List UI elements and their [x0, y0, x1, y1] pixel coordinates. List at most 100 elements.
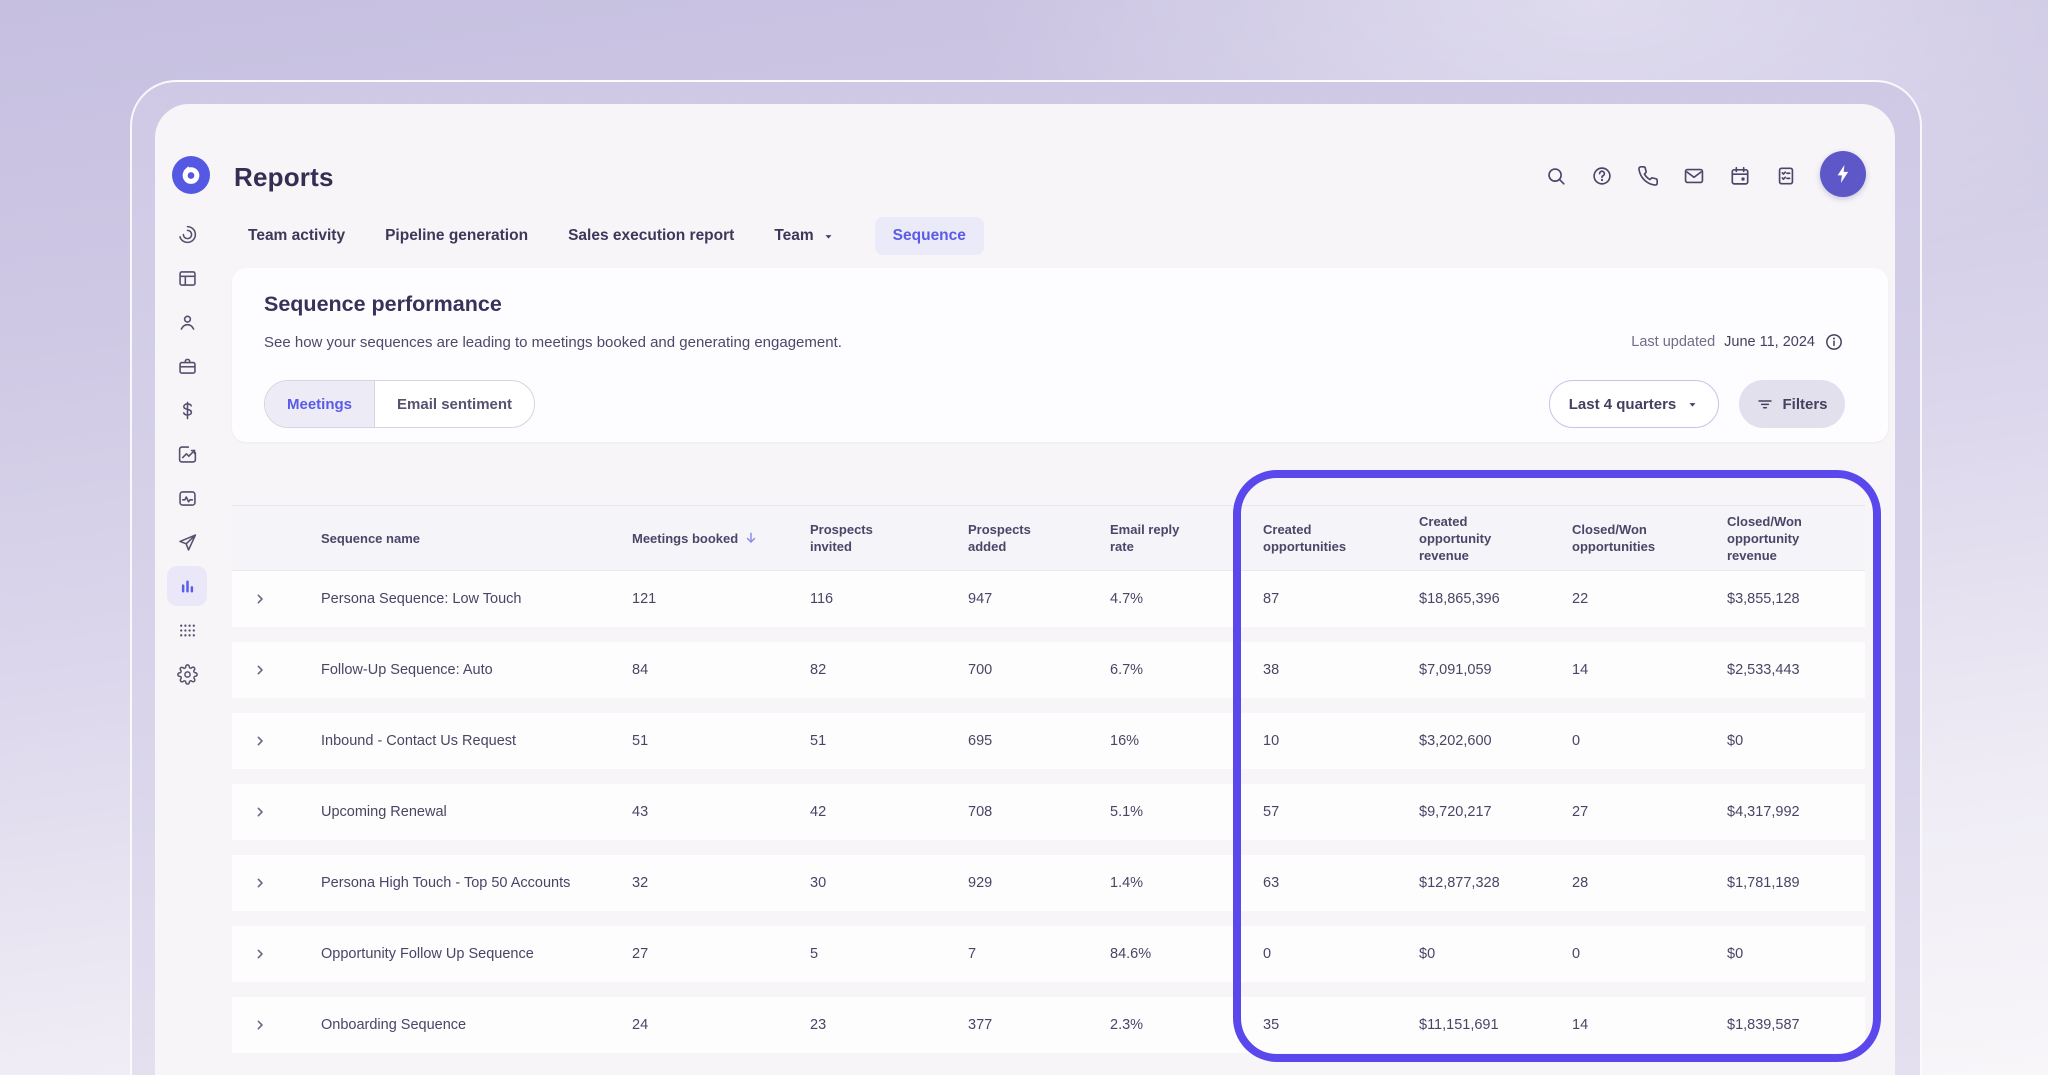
- help-icon[interactable]: [1591, 165, 1613, 187]
- sidebar-item-dashboard[interactable]: [167, 258, 207, 298]
- date-range-dropdown[interactable]: Last 4 quarters: [1549, 380, 1719, 428]
- tab-sales-execution-report[interactable]: Sales execution report: [568, 227, 734, 245]
- toggle-option-email-sentiment[interactable]: Email sentiment: [375, 381, 534, 427]
- prospects-added-value: 377: [968, 1017, 993, 1033]
- tab-pipeline-generation[interactable]: Pipeline generation: [385, 227, 528, 245]
- created-opportunity-revenue-value: $3,202,600: [1419, 733, 1492, 749]
- meetings-booked-value: 32: [632, 875, 649, 891]
- row-expand-chevron-icon[interactable]: [252, 733, 268, 749]
- sidebar-item-contacts[interactable]: [167, 302, 207, 342]
- lightning-icon: [1837, 165, 1849, 183]
- app-logo[interactable]: [172, 156, 210, 194]
- closed-won-opportunities-value: 27: [1572, 804, 1589, 820]
- created-opportunities-value: 35: [1263, 1017, 1280, 1033]
- prospects-invited-value: 5: [810, 946, 819, 962]
- prospects-added-value: 700: [968, 662, 993, 678]
- apps-grid-icon: [179, 624, 195, 636]
- tab-team-dropdown[interactable]: Team: [774, 227, 834, 245]
- toggle-option-meetings[interactable]: Meetings: [265, 381, 376, 427]
- meetings-booked-value: 43: [632, 804, 649, 820]
- sidebar-item-deals[interactable]: [167, 390, 207, 430]
- closed-won-opportunities-value: 0: [1572, 733, 1581, 749]
- table-header-row: Sequence name Meetings booked Prospects …: [232, 505, 1865, 571]
- column-header-email-reply-rate[interactable]: Email reply rate: [1110, 506, 1263, 570]
- table-row[interactable]: Onboarding Sequence 24 23 377 2.3% 35 $1…: [232, 997, 1865, 1053]
- filters-label: Filters: [1782, 395, 1828, 413]
- created-opportunities-value: 57: [1263, 804, 1280, 820]
- column-header-created-opportunities[interactable]: Created opportunities: [1263, 506, 1419, 570]
- row-expand-chevron-icon[interactable]: [252, 804, 268, 820]
- sequence-name[interactable]: Persona Sequence: Low Touch: [321, 571, 632, 627]
- sequence-name[interactable]: Persona High Touch - Top 50 Accounts: [321, 855, 632, 911]
- row-expand-chevron-icon[interactable]: [252, 875, 268, 891]
- layout-icon: [178, 270, 196, 286]
- search-icon[interactable]: [1545, 165, 1567, 187]
- sidebar-item-companies[interactable]: [167, 346, 207, 386]
- closed-won-opportunities-value: 28: [1572, 875, 1589, 891]
- tab-label: Team: [774, 227, 814, 244]
- created-opportunity-revenue-value: $7,091,059: [1419, 662, 1492, 678]
- table-row[interactable]: Upcoming Renewal 43 42 708 5.1% 57 $9,72…: [232, 784, 1865, 840]
- column-header-closed-won-opportunity-revenue[interactable]: Closed/Won opportunity revenue: [1727, 506, 1865, 570]
- toggle-label: Meetings: [287, 395, 353, 413]
- closed-won-opportunity-revenue-value: $0: [1727, 733, 1744, 749]
- sidebar-item-enrichment[interactable]: [167, 478, 207, 518]
- table-row[interactable]: Persona High Touch - Top 50 Accounts 32 …: [232, 855, 1865, 911]
- info-icon[interactable]: [1824, 332, 1844, 352]
- sidebar-item-apps[interactable]: [167, 610, 207, 650]
- report-tabs: Team activity Pipeline generation Sales …: [248, 214, 984, 258]
- tab-label: Sales execution report: [568, 227, 735, 244]
- header-spacer: [232, 506, 321, 570]
- row-expand-chevron-icon[interactable]: [252, 946, 268, 962]
- panel-subtitle: See how your sequences are leading to me…: [264, 334, 842, 351]
- column-header-closed-won-opportunities[interactable]: Closed/Won opportunities: [1572, 506, 1727, 570]
- logo-mark-icon: [182, 166, 200, 184]
- column-header-prospects-invited[interactable]: Prospects invited: [810, 506, 968, 570]
- tab-sequence[interactable]: Sequence: [874, 217, 984, 255]
- tab-team-activity[interactable]: Team activity: [248, 227, 345, 245]
- caret-down-icon: [1689, 402, 1696, 407]
- table-row[interactable]: Follow-Up Sequence: Auto 84 82 700 6.7% …: [232, 642, 1865, 698]
- sequence-name[interactable]: Follow-Up Sequence: Auto: [321, 642, 632, 698]
- tasks-icon[interactable]: [1775, 165, 1797, 187]
- sequence-table: Sequence name Meetings booked Prospects …: [232, 505, 1865, 1068]
- table-row[interactable]: Persona Sequence: Low Touch 121 116 947 …: [232, 571, 1865, 627]
- desktop-background: Reports Team activity Pipeline generatio…: [0, 0, 2048, 1075]
- column-label: Closed/Won opportunities: [1572, 522, 1656, 554]
- table-row[interactable]: Inbound - Contact Us Request 51 51 695 1…: [232, 713, 1865, 769]
- column-header-sequence-name[interactable]: Sequence name: [321, 506, 632, 570]
- sequence-name[interactable]: Inbound - Contact Us Request: [321, 713, 632, 769]
- created-opportunities-value: 0: [1263, 946, 1272, 962]
- table-row[interactable]: Opportunity Follow Up Sequence 27 5 7 84…: [232, 926, 1865, 982]
- sequence-name[interactable]: Opportunity Follow Up Sequence: [321, 926, 632, 982]
- sort-desc-icon: [746, 532, 756, 543]
- sidebar-item-reports[interactable]: [167, 566, 207, 606]
- email-reply-rate-value: 2.3%: [1110, 1017, 1144, 1033]
- mail-icon[interactable]: [1683, 165, 1705, 187]
- sidebar-item-sequences[interactable]: [167, 522, 207, 562]
- closed-won-opportunities-value: 0: [1572, 946, 1581, 962]
- calendar-icon[interactable]: [1729, 165, 1751, 187]
- created-opportunities-value: 63: [1263, 875, 1280, 891]
- column-label: Created opportunities: [1263, 522, 1347, 554]
- briefcase-icon: [178, 358, 196, 374]
- closed-won-opportunities-value: 14: [1572, 1017, 1589, 1033]
- sidebar-item-analytics[interactable]: [167, 434, 207, 474]
- column-header-created-opportunity-revenue[interactable]: Created opportunity revenue: [1419, 506, 1572, 570]
- column-header-meetings-booked[interactable]: Meetings booked: [632, 506, 810, 570]
- sidebar-item-history[interactable]: [167, 214, 207, 254]
- sequence-name[interactable]: Onboarding Sequence: [321, 997, 632, 1053]
- view-toggle: Meetings Email sentiment: [264, 380, 536, 428]
- phone-icon[interactable]: [1637, 165, 1659, 187]
- row-expand-chevron-icon[interactable]: [252, 662, 268, 678]
- created-opportunity-revenue-value: $9,720,217: [1419, 804, 1492, 820]
- row-expand-chevron-icon[interactable]: [252, 591, 268, 607]
- sequence-name[interactable]: Upcoming Renewal: [321, 784, 632, 840]
- column-header-prospects-added[interactable]: Prospects added: [968, 506, 1110, 570]
- row-expand-chevron-icon[interactable]: [252, 1017, 268, 1033]
- toggle-label: Email sentiment: [397, 395, 513, 413]
- filters-button[interactable]: Filters: [1739, 380, 1845, 428]
- user-avatar-button[interactable]: [1820, 151, 1866, 197]
- sidebar-item-settings[interactable]: [167, 654, 207, 694]
- prospects-invited-value: 82: [810, 662, 827, 678]
